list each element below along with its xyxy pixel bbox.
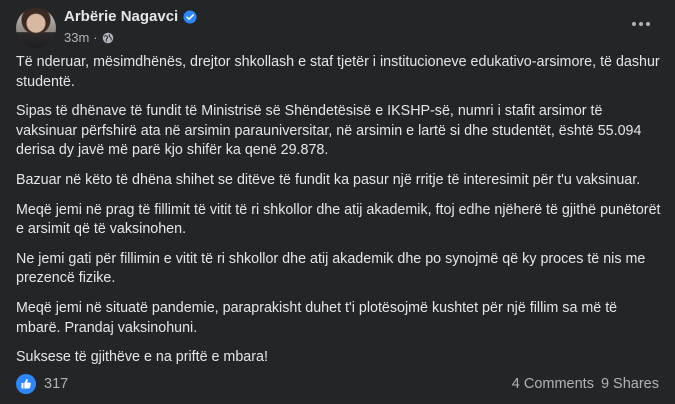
author-avatar[interactable] xyxy=(16,8,56,48)
post-body: Të nderuar, mësimdhënës, drejtor shkolla… xyxy=(16,53,662,378)
post-meta: 33m · xyxy=(64,30,114,45)
more-options-icon[interactable] xyxy=(623,12,659,36)
post-paragraph: Suksese të gjithëve e na priftë e mbara! xyxy=(16,349,268,366)
comments-link[interactable]: 4 Comments xyxy=(512,376,594,392)
post-footer: 317 4 Comments 9 Shares xyxy=(16,372,659,396)
author-name-row: Arbërie Nagavci xyxy=(64,8,197,25)
more-dot xyxy=(639,22,643,26)
post-header: Arbërie Nagavci 33m · xyxy=(16,8,659,48)
engagement-stats: 4 Comments 9 Shares xyxy=(512,376,659,392)
post-paragraph: Të nderuar, mësimdhënës, drejtor shkolla… xyxy=(16,54,660,90)
globe-icon[interactable] xyxy=(102,32,114,44)
post-paragraph: Meqë jemi në prag të fillimit të vitit t… xyxy=(16,201,661,238)
verified-badge-icon xyxy=(183,9,197,24)
meta-separator: · xyxy=(93,30,98,45)
more-dot xyxy=(646,22,650,26)
like-icon xyxy=(16,374,36,394)
reaction-count[interactable]: 317 xyxy=(44,376,68,392)
post-paragraph: Ne jemi gati për fillimin e vitit të ri … xyxy=(16,250,646,287)
post-paragraph: Bazuar në këto të dhëna shihet se ditëve… xyxy=(16,171,641,188)
reaction-summary[interactable]: 317 xyxy=(16,374,68,394)
post-timestamp[interactable]: 33m xyxy=(64,30,89,45)
post-paragraph: Sipas të dhënave të fundit të Ministrisë… xyxy=(16,103,642,159)
shares-link[interactable]: 9 Shares xyxy=(601,376,659,392)
post-paragraph: Meqë jemi në situatë pandemie, parapraki… xyxy=(16,299,618,336)
more-dot xyxy=(632,22,636,26)
author-name[interactable]: Arbërie Nagavci xyxy=(64,8,178,25)
